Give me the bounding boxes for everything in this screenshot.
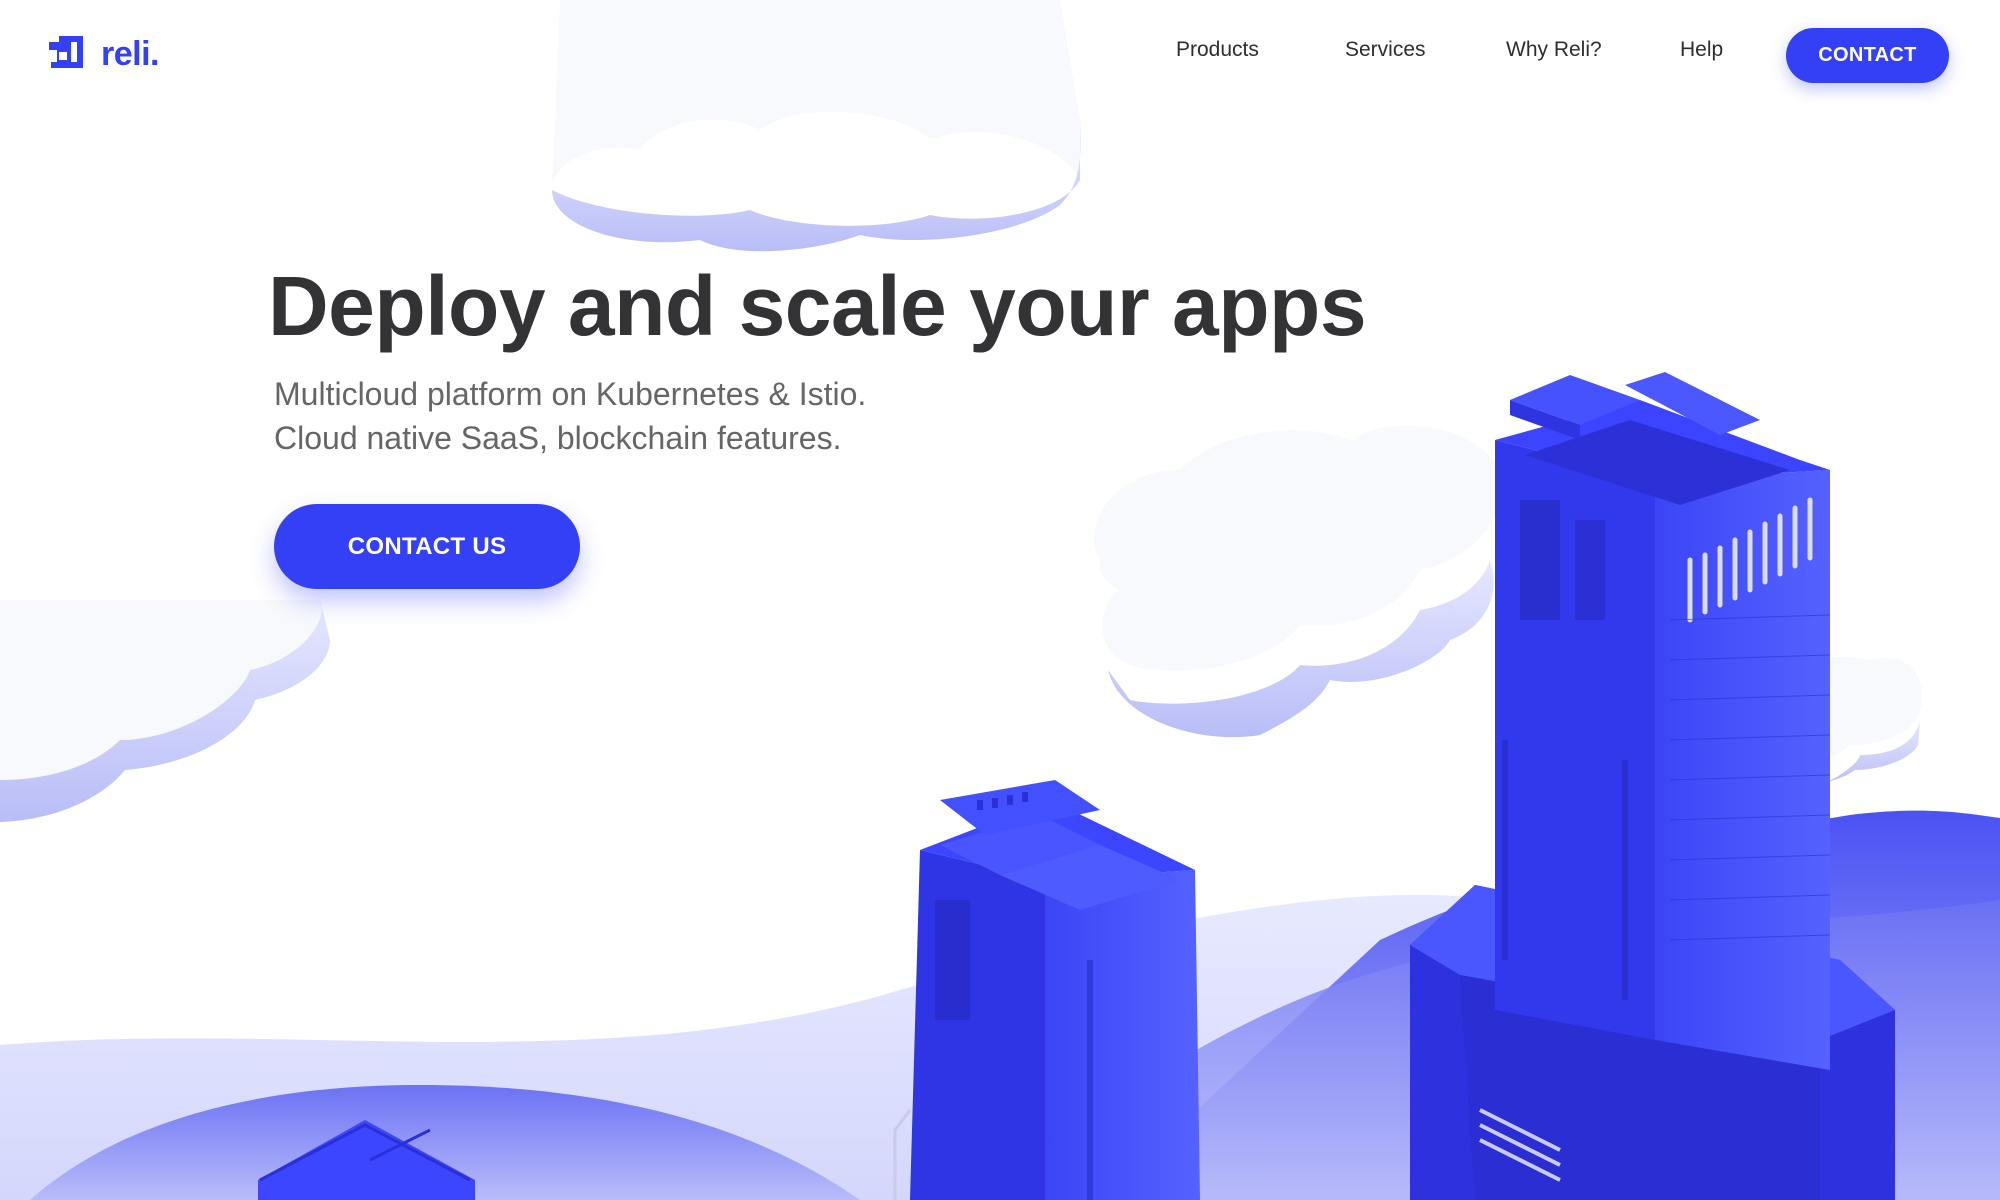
- hero-subtitle-line: Cloud native SaaS, blockchain features.: [274, 420, 842, 456]
- hero-illustration: [0, 0, 2000, 1200]
- nav-contact-button[interactable]: CONTACT: [1786, 28, 1949, 83]
- left-cloud: [0, 600, 330, 822]
- middle-cloud: [1093, 425, 1502, 738]
- nav-link-why-reli[interactable]: Why Reli?: [1506, 38, 1602, 62]
- hero-title: Deploy and scale your apps: [268, 259, 1367, 353]
- middle-tower: [893, 780, 1200, 1200]
- top-navigation: reli. Products Services Why Reli? Help C…: [0, 0, 2000, 110]
- brand-name: reli.: [101, 34, 159, 73]
- hero-subtitle-line: Multicloud platform on Kubernetes & Isti…: [274, 376, 867, 412]
- contact-us-button[interactable]: CONTACT US: [274, 504, 580, 589]
- nav-link-help[interactable]: Help: [1680, 38, 1723, 62]
- reli-logo-icon: [49, 36, 83, 68]
- nav-link-services[interactable]: Services: [1345, 38, 1426, 62]
- nav-link-products[interactable]: Products: [1176, 38, 1259, 62]
- hero-subtitle: Multicloud platform on Kubernetes & Isti…: [274, 372, 866, 460]
- brand-logo[interactable]: reli.: [47, 34, 159, 74]
